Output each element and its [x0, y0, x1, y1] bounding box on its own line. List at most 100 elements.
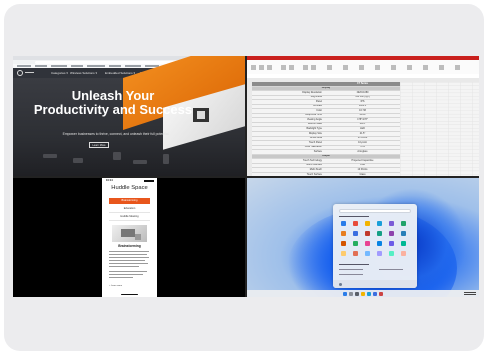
section-title: Brainstorming [118, 244, 141, 248]
bookmark-item[interactable] [51, 65, 67, 67]
pinned-app-icon[interactable] [341, 241, 346, 246]
ribbon-icon[interactable] [251, 65, 256, 70]
recommended-item[interactable] [379, 269, 403, 271]
pinned-app-icon[interactable] [365, 251, 370, 256]
recommended-item[interactable] [339, 269, 363, 271]
pinned-app-icon[interactable] [389, 241, 394, 246]
table-row[interactable]: Touch Surface Glass [252, 172, 400, 176]
nav-item[interactable]: Wireless Solutions ▾ [70, 71, 97, 75]
label-cell[interactable]: Touch Surface [252, 172, 325, 176]
spreadsheet-window: CT Series Display Display Resolution 1920×1… [247, 56, 479, 176]
pinned-app-icon[interactable] [401, 221, 406, 226]
gadget-image [73, 158, 83, 163]
learn-more-link[interactable]: > Learn more [109, 285, 122, 287]
site-brand[interactable]: Huddle Space [102, 185, 157, 191]
pinned-app-icon[interactable] [353, 251, 358, 256]
battery-icon [144, 179, 154, 182]
ribbon-icon[interactable] [289, 65, 294, 70]
menu-item-brainstorming[interactable]: Brainstorming [109, 198, 150, 204]
ribbon-toolbar [247, 60, 479, 75]
quad-grid: ▬▬▬ Categories ▾ Wireless Solutions ▾ Em… [13, 56, 479, 297]
site-logo[interactable]: ▬▬▬ [25, 71, 34, 74]
ribbon-icon[interactable] [343, 65, 348, 70]
taskbar [247, 290, 479, 297]
start-icon[interactable] [343, 291, 347, 296]
user-avatar-icon[interactable] [339, 282, 342, 286]
hero-subtitle: Empower businesses to thrive, connect, a… [62, 132, 170, 136]
search-icon[interactable] [349, 291, 353, 296]
product-image [112, 225, 147, 242]
site-logo-icon[interactable] [17, 70, 23, 76]
store-icon[interactable] [373, 291, 377, 296]
ribbon-icon[interactable] [439, 65, 444, 70]
paragraph-line [109, 251, 149, 252]
empty-cells[interactable] [400, 82, 479, 176]
gadget-image [43, 154, 57, 158]
value-cell[interactable]: Glass [325, 172, 400, 176]
bookmark-item[interactable] [125, 65, 141, 67]
app-icon[interactable] [379, 291, 383, 296]
hero-title: Unleash Your Productivity and Success [33, 88, 193, 117]
ribbon-icon[interactable] [391, 65, 396, 70]
ribbon-icon[interactable] [259, 65, 264, 70]
pinned-app-icon[interactable] [401, 231, 406, 236]
pinned-app-icon[interactable] [365, 221, 370, 226]
pinned-app-icon[interactable] [389, 251, 394, 256]
pinned-app-icon[interactable] [377, 251, 382, 256]
nav-item[interactable]: Embedded Solutions ▾ [105, 71, 135, 75]
mobile-preview: 10:14 Huddle Space Brainstorming Educati… [13, 178, 245, 297]
pinned-app-icon[interactable] [377, 241, 382, 246]
pinned-app-icon[interactable] [389, 221, 394, 226]
task-view-icon[interactable] [355, 291, 359, 296]
home-indicator [121, 294, 138, 295]
pinned-app-icon[interactable] [341, 221, 346, 226]
paragraph-line [109, 277, 133, 278]
ribbon-icon[interactable] [281, 65, 286, 70]
ribbon-icon[interactable] [303, 65, 308, 70]
pinned-app-icon[interactable] [341, 231, 346, 236]
pinned-app-icon[interactable] [353, 241, 358, 246]
edge-icon[interactable] [367, 291, 371, 296]
bookmark-item[interactable] [87, 65, 105, 67]
pinned-app-icon[interactable] [377, 231, 382, 236]
bookmark-item[interactable] [17, 65, 31, 67]
menu-item-education[interactable]: Education [109, 206, 150, 213]
gadget-image [113, 152, 121, 160]
ribbon-icon[interactable] [359, 65, 364, 70]
paragraph-line [109, 257, 149, 258]
start-search-input[interactable] [339, 209, 411, 213]
paragraph-line [109, 254, 147, 255]
ribbon-icon[interactable] [311, 65, 316, 70]
pinned-app-icon[interactable] [377, 221, 382, 226]
clock[interactable] [464, 291, 476, 293]
ribbon-icon[interactable] [327, 65, 332, 70]
pinned-app-icon[interactable] [341, 251, 346, 256]
pinned-app-icon[interactable] [401, 241, 406, 246]
pinned-label [339, 216, 369, 218]
ribbon-icon[interactable] [455, 65, 460, 70]
pinned-app-icon[interactable] [365, 241, 370, 246]
bookmark-item[interactable] [109, 65, 121, 67]
date[interactable] [464, 294, 476, 296]
start-menu [333, 204, 417, 288]
file-explorer-icon[interactable] [361, 291, 365, 296]
bookmark-item[interactable] [71, 65, 83, 67]
start-menu-footer [333, 280, 417, 288]
learn-more-button[interactable]: Learn More [89, 142, 109, 148]
menu-item-huddle-meeting[interactable]: Huddle Meeting [109, 214, 150, 221]
brand-mark-icon [197, 111, 205, 119]
pinned-app-icon[interactable] [353, 231, 358, 236]
ribbon-icon[interactable] [423, 65, 428, 70]
pinned-app-icon[interactable] [353, 221, 358, 226]
pinned-app-icon[interactable] [401, 251, 406, 256]
paragraph-line [109, 274, 143, 275]
recommended-item[interactable] [339, 274, 363, 276]
bookmark-item[interactable] [35, 65, 47, 67]
ribbon-icon[interactable] [407, 65, 412, 70]
ribbon-icon[interactable] [375, 65, 380, 70]
ribbon-icon[interactable] [267, 65, 272, 70]
nav-item[interactable]: Categories ▾ [51, 71, 68, 75]
pinned-app-icon[interactable] [365, 231, 370, 236]
pinned-app-icon[interactable] [389, 231, 394, 236]
status-time: 10:14 [106, 179, 113, 182]
